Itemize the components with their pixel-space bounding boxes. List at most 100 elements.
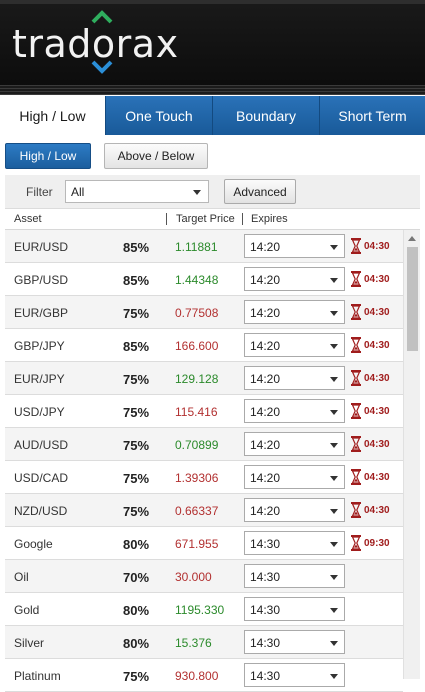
expiry-value: 14:30 [250,669,281,683]
payout-percent: 85% [123,339,150,354]
expiry-select[interactable]: 14:20 [244,432,345,456]
expiry-select[interactable]: 14:30 [244,564,345,588]
countdown-text: 04:30 [364,405,390,417]
expiry-value: 14:20 [250,438,281,452]
expiry-value: 14:20 [250,504,281,518]
asset-row[interactable]: Google 80% 671.955 14:30 09:30 [5,527,403,560]
expiry-select[interactable]: 14:30 [244,663,345,687]
asset-row[interactable]: NZD/USD 75% 0.66337 14:20 04:30 [5,494,403,527]
target-price: 129.128 [175,372,219,386]
asset-row[interactable]: Platinum 75% 930.800 14:30 [5,659,403,692]
asset-row[interactable]: Gold 80% 1195.330 14:30 [5,593,403,626]
countdown-text: 04:30 [364,471,390,483]
chevron-down-icon [330,542,338,547]
column-divider [242,213,243,225]
filter-select-value: All [71,185,85,199]
asset-name: EUR/JPY [14,372,65,386]
asset-name: Gold [14,603,40,617]
expiry-value: 14:20 [250,372,281,386]
hourglass-icon [351,337,361,353]
filter-label: Filter [26,185,53,199]
scroll-up-icon[interactable] [408,236,416,241]
tab-high-low[interactable]: High / Low [0,96,105,135]
expiry-select[interactable]: 14:20 [244,399,345,423]
countdown-text: 04:30 [364,438,390,450]
column-divider [166,213,167,225]
column-asset: Asset [14,213,42,225]
hourglass-icon [351,469,361,485]
target-price: 1.44348 [175,273,219,287]
expiry-select[interactable]: 14:30 [244,531,345,555]
hourglass-icon [351,502,361,518]
expiry-select[interactable]: 14:20 [244,234,345,258]
expiry-select[interactable]: 14:30 [244,597,345,621]
hourglass-icon [351,436,361,452]
filter-select[interactable]: All [65,180,209,203]
tab-boundary[interactable]: Boundary [212,96,319,135]
asset-row[interactable]: EUR/JPY 75% 129.128 14:20 04:30 [5,362,403,395]
expiry-value: 14:20 [250,306,281,320]
asset-row[interactable]: GBP/JPY 85% 166.600 14:20 04:30 [5,329,403,362]
chevron-down-icon [330,377,338,382]
countdown-text: 04:30 [364,339,390,351]
expiry-timer: 04:30 [351,403,390,419]
target-price: 166.600 [175,339,219,353]
chevron-down-icon [330,311,338,316]
tab-one-touch[interactable]: One Touch [105,96,212,135]
expiry-value: 14:20 [250,339,281,353]
chevron-down-icon [193,190,201,195]
expiry-select[interactable]: 14:20 [244,366,345,390]
expiry-value: 14:30 [250,603,281,617]
asset-name: USD/CAD [14,471,69,485]
hourglass-icon [351,271,361,287]
expiry-value: 14:30 [250,570,281,584]
advanced-button[interactable]: Advanced [224,179,296,204]
payout-percent: 85% [123,240,150,255]
asset-name: Google [14,537,53,551]
expiry-select[interactable]: 14:20 [244,498,345,522]
asset-row[interactable]: USD/CAD 75% 1.39306 14:20 04:30 [5,461,403,494]
chevron-down-icon [330,245,338,250]
expiry-select[interactable]: 14:20 [244,300,345,324]
asset-list: EUR/USD 85% 1.11881 14:20 04:30 GBP/USD 85% 1.4… [5,230,403,692]
chevron-down-icon [330,608,338,613]
hourglass-icon [351,370,361,386]
countdown-text: 04:30 [364,306,390,318]
hourglass-icon [351,238,361,254]
chevron-down-icon [330,344,338,349]
payout-percent: 70% [123,570,150,585]
expiry-select[interactable]: 14:20 [244,267,345,291]
expiry-select[interactable]: 14:20 [244,465,345,489]
hourglass-icon [351,304,361,320]
chevron-down-icon [330,509,338,514]
payout-percent: 85% [123,273,150,288]
target-price: 0.77508 [175,306,219,320]
asset-row[interactable]: USD/JPY 75% 115.416 14:20 04:30 [5,395,403,428]
tab-short-term[interactable]: Short Term [319,96,425,135]
scrollbar[interactable] [403,230,420,679]
expiry-select[interactable]: 14:30 [244,630,345,654]
asset-name: NZD/USD [14,504,68,518]
payout-percent: 75% [123,504,150,519]
subtab-high-low-button[interactable]: High / Low [5,143,91,169]
expiry-select[interactable]: 14:20 [244,333,345,357]
asset-row[interactable]: Oil 70% 30.000 14:30 [5,560,403,593]
asset-row[interactable]: EUR/GBP 75% 0.77508 14:20 04:30 [5,296,403,329]
chevron-down-icon [330,575,338,580]
payout-percent: 75% [123,471,150,486]
payout-percent: 75% [123,405,150,420]
asset-name: AUD/USD [14,438,69,452]
asset-row[interactable]: AUD/USD 75% 0.70899 14:20 04:30 [5,428,403,461]
hourglass-icon [351,535,361,551]
countdown-text: 04:30 [364,240,390,252]
scrollbar-thumb[interactable] [407,247,418,351]
asset-row[interactable]: GBP/USD 85% 1.44348 14:20 04:30 [5,263,403,296]
table-header: Asset Target Price Expires [5,209,420,230]
expiry-value: 14:30 [250,537,281,551]
asset-row[interactable]: Silver 80% 15.376 14:30 [5,626,403,659]
subtab-above-below-button[interactable]: Above / Below [104,143,208,169]
asset-name: EUR/GBP [14,306,69,320]
asset-name: Platinum [14,669,61,683]
chevron-down-icon [330,476,338,481]
asset-row[interactable]: EUR/USD 85% 1.11881 14:20 04:30 [5,230,403,263]
